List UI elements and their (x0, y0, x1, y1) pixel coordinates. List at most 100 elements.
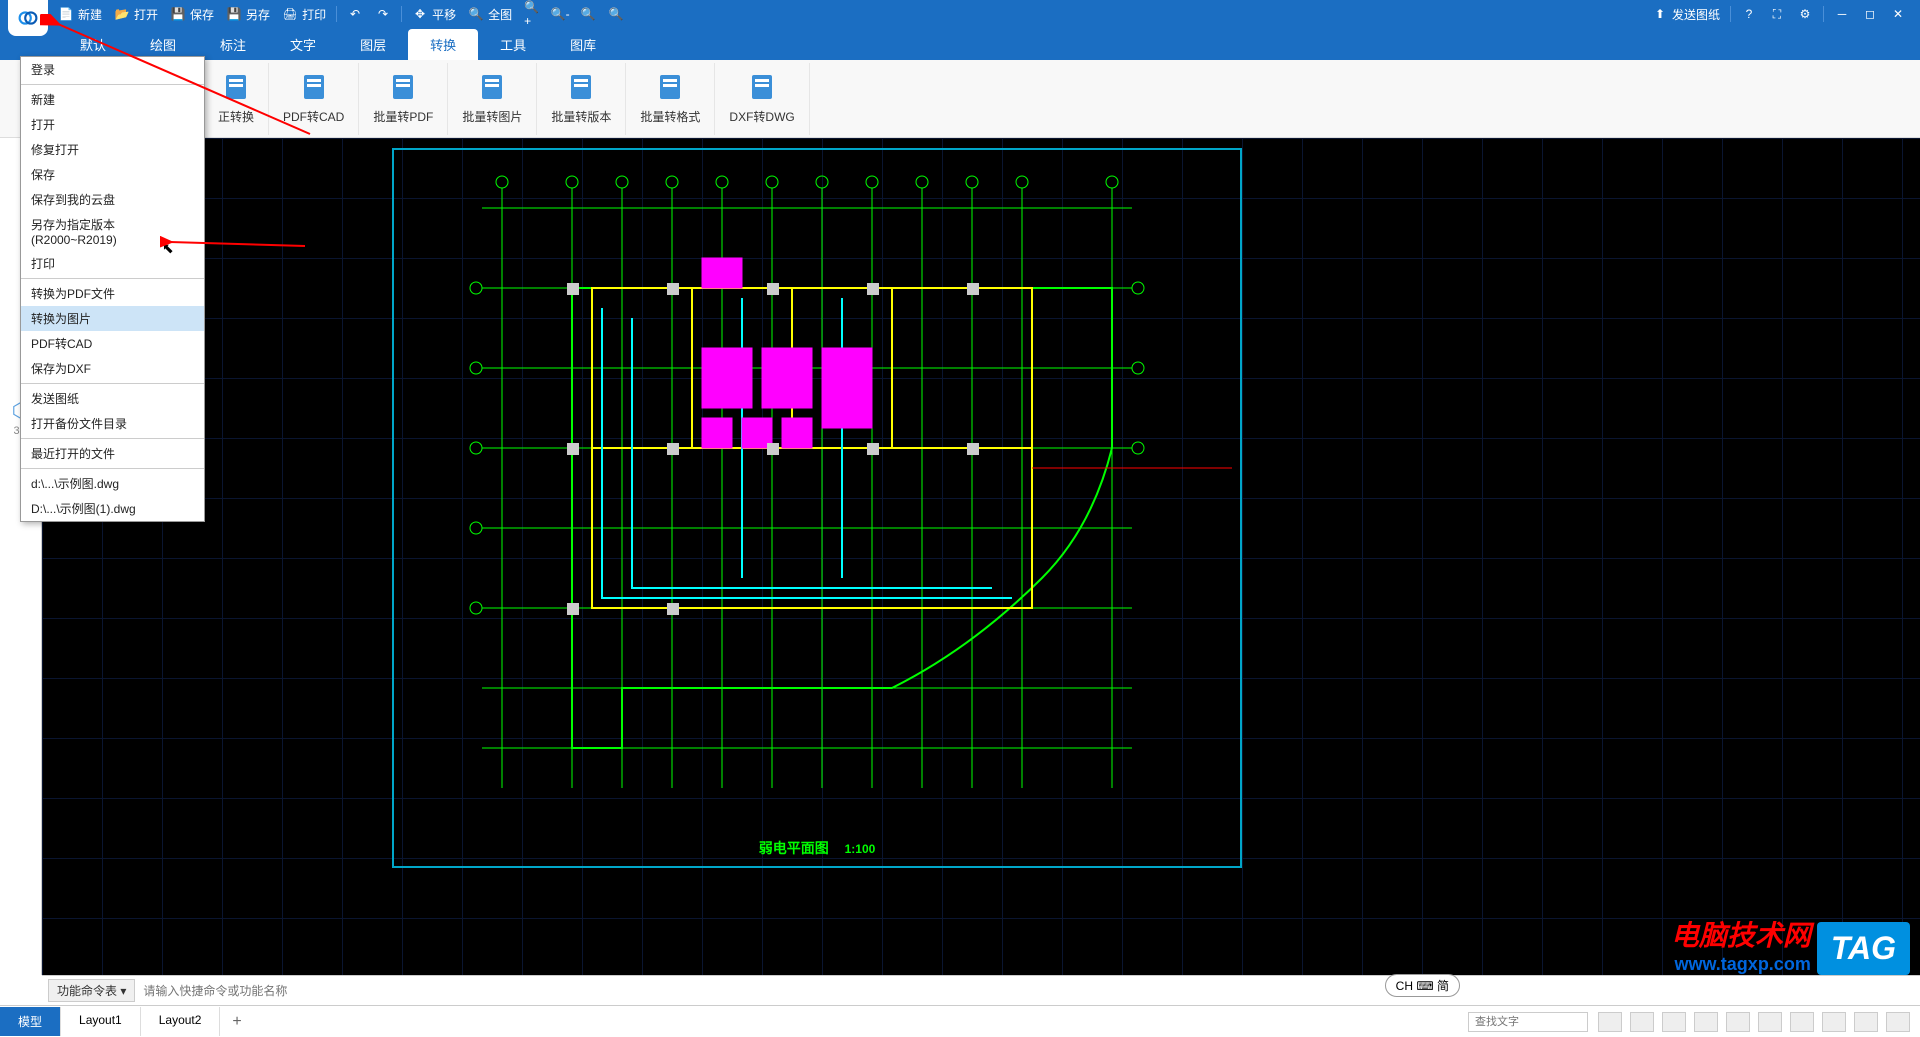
ribbon-item-4[interactable]: 批量转版本 (537, 63, 626, 135)
annotation-toggle[interactable] (1854, 1012, 1878, 1032)
menu-tab-6[interactable]: 工具 (478, 29, 548, 60)
redo-button[interactable]: ↷ (369, 6, 397, 22)
close-button[interactable]: ✕ (1884, 6, 1912, 22)
fullscreen-button[interactable]: ⛶ (1763, 6, 1791, 22)
fit-label: 全图 (488, 6, 512, 23)
ribbon-item-5[interactable]: 批量转格式 (626, 63, 715, 135)
zoom-prev-icon: 🔍 (608, 6, 624, 22)
menu-bar: 默认绘图标注文字图层转换工具图库 (0, 28, 1920, 60)
top-toolbar: 📄新建 📂打开 💾保存 💾另存 🖨打印 ↶ ↷ ✥平移 🔍全图 🔍+ 🔍- 🔍 … (0, 0, 1920, 28)
watermark: 电脑技术网 www.tagxp.com TAG (1671, 914, 1910, 975)
watermark-tag: TAG (1817, 922, 1910, 975)
layout-tab-2[interactable]: Layout2 (141, 1007, 221, 1036)
dropdown-item[interactable]: 最近打开的文件 (21, 441, 204, 466)
ribbon-item-6[interactable]: DXF转DWG (715, 63, 809, 135)
ribbon-item-1[interactable]: PDF转CAD (269, 63, 359, 135)
print-button[interactable]: 🖨打印 (276, 6, 332, 23)
dropdown-separator (21, 383, 204, 384)
dropdown-item[interactable]: 打印 (21, 251, 204, 276)
undo-button[interactable]: ↶ (341, 6, 369, 22)
menu-tab-2[interactable]: 标注 (198, 29, 268, 60)
dropdown-item[interactable]: 转换为图片 (21, 306, 204, 331)
drawing-canvas[interactable]: 弱电平面图 1:100 (42, 138, 1920, 975)
print-icon: 🖨 (282, 6, 298, 22)
workspace-toggle[interactable] (1886, 1012, 1910, 1032)
zoom-out-button[interactable]: 🔍- (546, 6, 574, 22)
layout-tab-1[interactable]: Layout1 (61, 1007, 141, 1036)
menu-tab-7[interactable]: 图库 (548, 29, 618, 60)
cad-drawing: 弱电平面图 1:100 (392, 148, 1242, 868)
dropdown-item[interactable]: 保存 (21, 162, 204, 187)
dropdown-item[interactable]: D:\...\示例图(1).dwg (21, 496, 204, 521)
new-button[interactable]: 📄新建 (52, 6, 108, 23)
ribbon-label-6: DXF转DWG (729, 108, 794, 125)
osnap-toggle[interactable] (1726, 1012, 1750, 1032)
minimize-button[interactable]: ─ (1828, 6, 1856, 22)
command-input[interactable] (135, 984, 1914, 998)
lineweight-toggle[interactable] (1790, 1012, 1814, 1032)
ribbon-icon-5 (655, 72, 685, 102)
grid-toggle[interactable] (1630, 1012, 1654, 1032)
ribbon-label-1: PDF转CAD (283, 108, 344, 125)
separator (401, 6, 402, 22)
zoom-in-icon: 🔍+ (524, 6, 540, 22)
model-toggle[interactable] (1822, 1012, 1846, 1032)
command-menu-button[interactable]: 功能命令表 ▾ (48, 979, 135, 1002)
layout-tab-0[interactable]: 模型 (0, 1007, 61, 1036)
save-label: 保存 (190, 6, 214, 23)
dropdown-item[interactable]: 打开备份文件目录 (21, 411, 204, 436)
menu-tab-4[interactable]: 图层 (338, 29, 408, 60)
dropdown-item[interactable]: 保存到我的云盘 (21, 187, 204, 212)
dropdown-item[interactable]: 登录 (21, 57, 204, 82)
ribbon-icon-2 (388, 72, 418, 102)
drawing-title: 弱电平面图 1:100 (759, 838, 876, 858)
ribbon-label-4: 批量转版本 (551, 108, 611, 125)
send-drawing-button[interactable]: ⬆发送图纸 (1646, 6, 1726, 23)
dropdown-item[interactable]: 发送图纸 (21, 386, 204, 411)
dropdown-separator (21, 438, 204, 439)
zoom-prev-button[interactable]: 🔍 (602, 6, 630, 22)
app-logo[interactable] (8, 0, 48, 36)
separator (336, 6, 337, 22)
ribbon-item-0[interactable]: 正转换 (204, 63, 269, 135)
menu-tab-5[interactable]: 转换 (408, 29, 478, 60)
dropdown-item[interactable]: 保存为DXF (21, 356, 204, 381)
separator (1823, 6, 1824, 22)
floorplan-svg (392, 148, 1242, 868)
zoom-in-button[interactable]: 🔍+ (518, 6, 546, 22)
dropdown-item[interactable]: 转换为PDF文件 (21, 281, 204, 306)
ribbon-icon-1 (299, 72, 329, 102)
fit-button[interactable]: 🔍全图 (462, 6, 518, 23)
saveas-button[interactable]: 💾另存 (220, 6, 276, 23)
ribbon-label-5: 批量转格式 (640, 108, 700, 125)
cursor-icon: ⬉ (162, 240, 174, 257)
zoom-window-button[interactable]: 🔍 (574, 6, 602, 22)
dropdown-item[interactable]: PDF转CAD (21, 331, 204, 356)
polar-toggle[interactable] (1694, 1012, 1718, 1032)
close-icon: ✕ (1890, 6, 1906, 22)
saveas-label: 另存 (246, 6, 270, 23)
dropdown-item[interactable]: 新建 (21, 87, 204, 112)
folder-open-icon: 📂 (114, 6, 130, 22)
ribbon-item-3[interactable]: 批量转图片 (448, 63, 537, 135)
snap-toggle[interactable] (1598, 1012, 1622, 1032)
search-input[interactable] (1468, 1012, 1588, 1032)
menu-tab-3[interactable]: 文字 (268, 29, 338, 60)
settings-button[interactable]: ⚙ (1791, 6, 1819, 22)
dropdown-item[interactable]: 修复打开 (21, 137, 204, 162)
add-layout-button[interactable]: + (220, 1007, 253, 1037)
open-label: 打开 (134, 6, 158, 23)
save-button[interactable]: 💾保存 (164, 6, 220, 23)
dropdown-item[interactable]: 打开 (21, 112, 204, 137)
zoom-fit-icon: 🔍 (468, 6, 484, 22)
otrack-toggle[interactable] (1758, 1012, 1782, 1032)
ime-indicator[interactable]: CH ⌨ 简 (1385, 974, 1460, 997)
ortho-toggle[interactable] (1662, 1012, 1686, 1032)
help-button[interactable]: ? (1735, 6, 1763, 22)
pan-button[interactable]: ✥平移 (406, 6, 462, 23)
ribbon-item-2[interactable]: 批量转PDF (359, 63, 448, 135)
maximize-button[interactable]: ◻ (1856, 6, 1884, 22)
open-button[interactable]: 📂打开 (108, 6, 164, 23)
dropdown-item[interactable]: 另存为指定版本(R2000~R2019) (21, 212, 204, 251)
dropdown-item[interactable]: d:\...\示例图.dwg (21, 471, 204, 496)
